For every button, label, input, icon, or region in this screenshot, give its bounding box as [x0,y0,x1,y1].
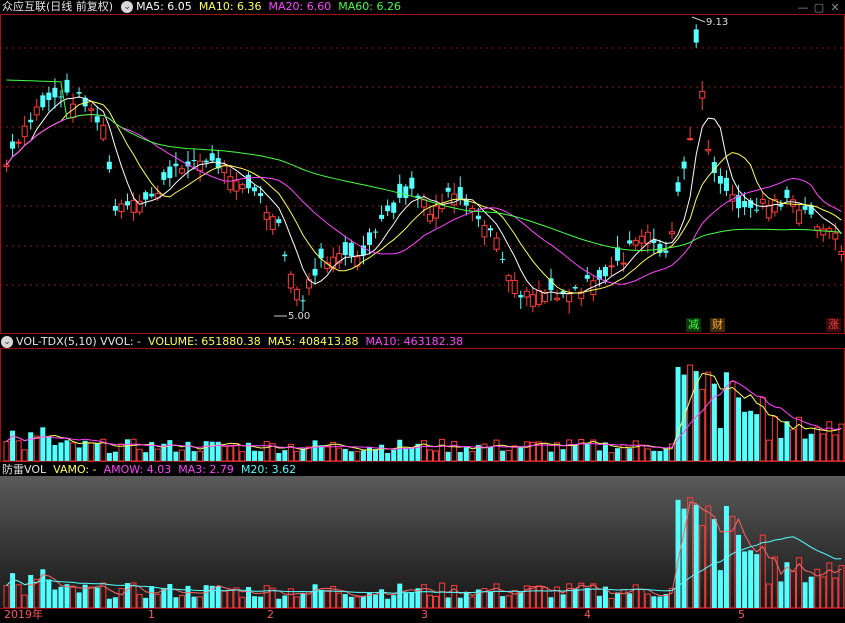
ma60-label: MA60: 6.26 [338,0,401,13]
volume-ma5: MA5: 408413.88 [267,335,359,348]
chevron-down-icon[interactable]: ⌄ [1,336,13,348]
high-price-label: 9.13 [706,17,729,28]
volume-panel[interactable]: ⌄ VOL-TDX(5,10) VVOL: - VOLUME: 651880.3… [0,334,845,462]
fanglei-chart [0,476,845,608]
price-chart [0,14,845,334]
volume-ma10: MA10: 463182.38 [365,335,464,348]
ma10-label: MA10: 6.36 [198,0,262,13]
volume-chart [0,348,845,462]
ma20-label: MA20: 6.60 [268,0,332,13]
volume-value: VOLUME: 651880.38 [148,335,261,348]
chevron-down-icon[interactable]: ⌄ [121,1,134,13]
price-legend: 众应互联(日线 前复权) ⌄ MA5: 6.05 MA10: 6.36 MA20… [0,0,408,14]
fanglei-amow: AMOW: 4.03 [103,463,172,476]
rise-tag[interactable]: 涨 [826,318,841,332]
volume-legend: ⌄ VOL-TDX(5,10) VVOL: - VOLUME: 651880.3… [0,335,470,349]
x-axis-label-month-3: 3 [421,608,428,621]
price-panel[interactable]: 众应互联(日线 前复权) ⌄ MA5: 6.05 MA10: 6.36 MA20… [0,0,845,334]
fanglei-title: 防雷VOL [2,463,47,476]
low-price-label: 5.00 [288,311,311,322]
volume-title: VOL-TDX(5,10) VVOL: - [16,335,141,348]
fanglei-panel[interactable]: 防雷VOL VAMO: - AMOW: 4.03 MA3: 2.79 M20: … [0,462,845,608]
fanglei-legend: 防雷VOL VAMO: - AMOW: 4.03 MA3: 2.79 M20: … [0,463,303,477]
x-axis-label-year: 2019年 [4,608,43,621]
fanglei-m20: M20: 3.62 [240,463,297,476]
x-axis-label-month-5: 5 [738,608,745,621]
reduce-tag[interactable]: 减 [686,318,701,332]
fanglei-ma3: MA3: 2.79 [178,463,234,476]
x-axis-label-month-1: 1 [148,608,155,621]
stock-title: 众应互联(日线 前复权) [2,0,114,13]
x-axis-label-month-2: 2 [267,608,274,621]
ma5-label: MA5: 6.05 [136,0,192,13]
x-axis-label-month-4: 4 [584,608,591,621]
finance-tag[interactable]: 财 [710,318,725,332]
fanglei-vamo: VAMO: - [53,463,97,476]
